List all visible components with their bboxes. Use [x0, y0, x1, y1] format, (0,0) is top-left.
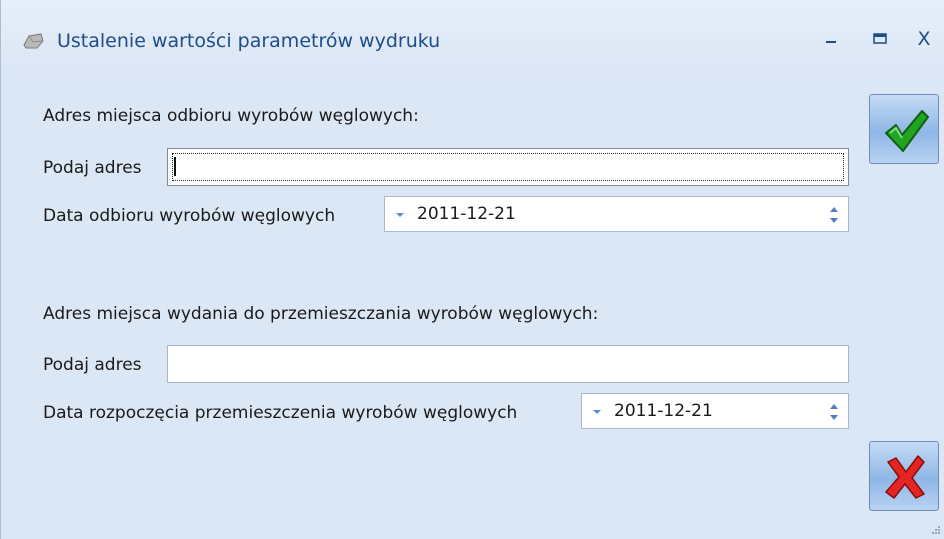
checkmark-icon — [885, 110, 929, 152]
cancel-button[interactable] — [869, 441, 939, 511]
dispatch-heading: Adres miejsca wydania do przemieszczania… — [43, 304, 599, 324]
red-x-icon — [885, 455, 925, 499]
window-title: Ustalenie wartości parametrów wydruku — [57, 30, 441, 52]
focus-ring — [172, 153, 844, 181]
dispatch-address-label: Podaj adres — [43, 355, 142, 375]
pickup-date-label: Data odbioru wyrobów węglowych — [43, 206, 336, 226]
dispatch-date-value: 2011-12-21 — [614, 401, 713, 421]
pickup-heading: Adres miejsca odbioru wyrobów węglowych: — [43, 106, 419, 126]
dropdown-arrow-icon[interactable] — [395, 211, 405, 219]
maximize-icon — [873, 33, 887, 44]
maximize-button[interactable] — [863, 22, 897, 56]
text-caret — [174, 157, 176, 176]
spinner-icon[interactable] — [828, 400, 840, 424]
confirm-button[interactable] — [869, 94, 939, 164]
dropdown-arrow-icon[interactable] — [592, 408, 602, 416]
pickup-date-value: 2011-12-21 — [417, 204, 516, 224]
spinner-icon[interactable] — [828, 203, 840, 227]
dispatch-date-label: Data rozpoczęcia przemieszczenia wyrobów… — [43, 403, 518, 423]
pickup-date-picker[interactable]: 2011-12-21 — [384, 196, 849, 232]
minimize-button[interactable] — [814, 22, 848, 56]
app-icon — [21, 31, 45, 51]
pickup-address-label: Podaj adres — [43, 158, 142, 178]
close-button[interactable]: X — [907, 22, 941, 56]
dispatch-address-input[interactable] — [167, 345, 849, 383]
resize-grip-icon[interactable] — [931, 525, 941, 535]
title-bar[interactable]: Ustalenie wartości parametrów wydruku X — [1, 0, 944, 80]
dispatch-date-picker[interactable]: 2011-12-21 — [581, 393, 849, 429]
dialog-window: Ustalenie wartości parametrów wydruku X … — [0, 0, 944, 539]
minimize-icon — [826, 41, 836, 43]
pickup-address-input[interactable] — [167, 148, 849, 186]
close-icon: X — [917, 28, 931, 50]
